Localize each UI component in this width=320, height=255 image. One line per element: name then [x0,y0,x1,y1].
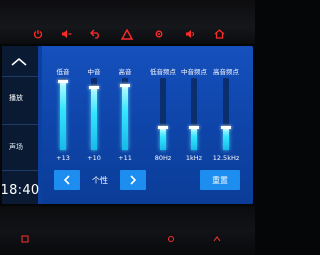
band-slider[interactable] [58,78,68,150]
band-slider[interactable] [158,78,168,150]
chevron-left-icon [63,175,70,185]
slider-fill [160,128,166,150]
eq-band-mid-freq: 中音频点 1kHz [179,46,209,166]
slider-fill [122,86,128,150]
band-slider[interactable] [120,78,130,150]
slider-fill [191,128,197,150]
eq-band-bass-freq: 低音频点 80Hz [148,46,178,166]
head-unit-screen: 播放 声场 18:40 低音 +13 中音 +10 高音 +11 低音频点 80… [2,46,253,204]
preset-label: 个性 [92,175,108,185]
sidebar-item-soundfield[interactable]: 声场 [2,136,38,158]
home-icon [11,57,27,66]
band-slider[interactable] [189,78,199,150]
band-slider[interactable] [89,78,99,150]
indicator-icon [20,234,30,244]
band-value: 1kHz [185,154,203,162]
sidebar-item-label: 声场 [9,143,23,151]
slider-knob[interactable] [221,126,231,129]
eq-band-treble-freq: 高音频点 12.5kHz [211,46,241,166]
volume-down-icon[interactable] [60,28,72,40]
band-value: +13 [56,154,70,162]
slider-knob[interactable] [189,126,199,129]
equalizer-panel: 低音 +13 中音 +10 高音 +11 低音频点 80Hz 中音频点 1kHz… [42,46,253,204]
band-value: 12.5kHz [212,154,240,162]
band-value: +10 [87,154,101,162]
band-value: +11 [118,154,132,162]
home-button[interactable] [5,52,33,72]
volume-up-icon[interactable] [184,28,196,40]
hazard-icon[interactable] [121,28,133,40]
band-label: 中音频点 [181,68,207,76]
eq-band-treble: 高音 +11 [110,46,140,166]
sidebar: 播放 声场 18:40 [2,46,40,204]
divider [2,170,38,171]
band-label: 中音 [87,68,101,76]
clock: 18:40 [2,182,40,198]
band-value: 80Hz [154,154,172,162]
sidebar-item-play[interactable]: 播放 [2,87,38,109]
reset-button[interactable]: 重置 [200,170,240,190]
slider-fill [91,88,97,150]
band-label: 低音 [56,68,70,76]
slider-knob[interactable] [89,86,99,89]
back-icon[interactable] [89,28,101,40]
eq-band-mid: 中音 +10 [79,46,109,166]
slider-fill [223,128,229,150]
next-preset-button[interactable] [120,170,146,190]
slider-fill [60,82,66,150]
band-label: 高音频点 [213,68,239,76]
band-label: 低音频点 [150,68,176,76]
preset-name: 个性 [84,170,116,190]
settings-icon[interactable] [153,28,165,40]
console-bottom-bezel [0,206,255,255]
slider-knob[interactable] [158,126,168,129]
slider-knob[interactable] [120,84,130,87]
divider [2,124,38,125]
slider-knob[interactable] [58,80,68,83]
sidebar-item-label: 播放 [9,94,23,102]
prev-preset-button[interactable] [54,170,80,190]
home-icon[interactable] [213,28,225,40]
reset-label: 重置 [212,175,228,185]
eq-band-bass: 低音 +13 [48,46,78,166]
band-slider[interactable] [221,78,231,150]
indicator-icon [166,234,176,244]
chevron-right-icon [130,175,137,185]
divider [2,76,38,77]
power-icon[interactable] [32,28,44,40]
indicator-icon [212,234,222,244]
band-label: 高音 [118,68,132,76]
